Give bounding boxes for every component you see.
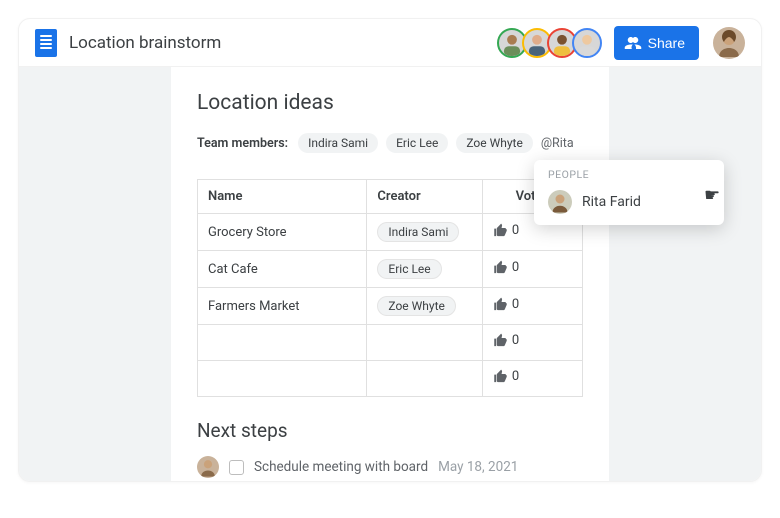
mention-suggestions-label: PEOPLE bbox=[534, 168, 724, 185]
mention-suggestions-popover: PEOPLE Rita Farid bbox=[534, 160, 724, 225]
document-title[interactable]: Location brainstorm bbox=[69, 33, 221, 53]
document-canvas[interactable]: Location ideas Team members: Indira Sami… bbox=[19, 67, 761, 481]
share-button-label: Share bbox=[648, 35, 685, 51]
account-avatar[interactable] bbox=[713, 27, 745, 59]
table-row: 0 bbox=[198, 361, 583, 397]
cell-creator[interactable] bbox=[367, 361, 483, 397]
cell-votes[interactable]: 0 bbox=[482, 361, 582, 397]
team-members-label: Team members: bbox=[197, 136, 288, 151]
document-page: Location ideas Team members: Indira Sami… bbox=[171, 67, 609, 481]
vote-button[interactable]: 0 bbox=[493, 333, 519, 348]
member-chip[interactable]: Eric Lee bbox=[386, 133, 448, 153]
collaborator-avatars bbox=[502, 28, 602, 58]
task-row: Schedule meeting with board May 18, 2021 bbox=[197, 456, 583, 478]
creator-chip[interactable]: Indira Sami bbox=[377, 222, 459, 242]
header-bar: Location brainstorm Share bbox=[19, 19, 761, 67]
task-text[interactable]: Schedule meeting with board bbox=[254, 459, 428, 475]
cell-creator[interactable] bbox=[367, 325, 483, 361]
suggestion-avatar bbox=[548, 190, 572, 214]
team-members-line: Team members: Indira Sami Eric Lee Zoe W… bbox=[197, 133, 583, 153]
cell-name[interactable]: Grocery Store bbox=[198, 214, 367, 251]
cell-votes[interactable]: 0 bbox=[482, 288, 582, 325]
member-chip[interactable]: Zoe Whyte bbox=[456, 133, 532, 153]
vote-button[interactable]: 0 bbox=[493, 297, 519, 312]
cell-creator[interactable]: Zoe Whyte bbox=[367, 288, 483, 325]
task-assignee-avatar[interactable] bbox=[197, 456, 219, 478]
docs-icon bbox=[35, 29, 57, 57]
table-row: Farmers Market Zoe Whyte 0 bbox=[198, 288, 583, 325]
suggestion-name: Rita Farid bbox=[582, 194, 641, 210]
ideas-table: Name Creator Votes Grocery Store Indira S… bbox=[197, 179, 583, 397]
task-checkbox[interactable] bbox=[229, 460, 244, 475]
creator-chip[interactable]: Zoe Whyte bbox=[377, 296, 455, 316]
col-name: Name bbox=[198, 180, 367, 214]
app-frame: Location brainstorm Share Location ideas… bbox=[18, 18, 762, 482]
cell-creator[interactable]: Indira Sami bbox=[367, 214, 483, 251]
vote-button[interactable]: 0 bbox=[493, 369, 519, 384]
cell-name[interactable] bbox=[198, 325, 367, 361]
table-header-row: Name Creator Votes bbox=[198, 180, 583, 214]
vote-button[interactable]: 0 bbox=[493, 223, 519, 238]
table-row: 0 bbox=[198, 325, 583, 361]
vote-button[interactable]: 0 bbox=[493, 260, 519, 275]
cell-votes[interactable]: 0 bbox=[482, 251, 582, 288]
mention-suggestion-item[interactable]: Rita Farid bbox=[534, 185, 724, 219]
collaborator-avatar[interactable] bbox=[572, 28, 602, 58]
ideas-table-body: Grocery Store Indira Sami 0 Cat Cafe Eric L… bbox=[198, 214, 583, 397]
table-row: Grocery Store Indira Sami 0 bbox=[198, 214, 583, 251]
creator-chip[interactable]: Eric Lee bbox=[377, 259, 441, 279]
share-button[interactable]: Share bbox=[614, 26, 699, 60]
section-heading-ideas: Location ideas bbox=[197, 91, 583, 115]
task-date: May 18, 2021 bbox=[438, 459, 518, 475]
cell-name[interactable]: Farmers Market bbox=[198, 288, 367, 325]
member-chip[interactable]: Indira Sami bbox=[298, 133, 378, 153]
cell-votes[interactable]: 0 bbox=[482, 325, 582, 361]
section-heading-next: Next steps bbox=[197, 419, 583, 442]
cell-name[interactable] bbox=[198, 361, 367, 397]
mention-input-text[interactable]: @Rita bbox=[541, 136, 574, 151]
col-creator: Creator bbox=[367, 180, 483, 214]
people-icon bbox=[624, 34, 642, 52]
cell-creator[interactable]: Eric Lee bbox=[367, 251, 483, 288]
table-row: Cat Cafe Eric Lee 0 bbox=[198, 251, 583, 288]
cell-name[interactable]: Cat Cafe bbox=[198, 251, 367, 288]
